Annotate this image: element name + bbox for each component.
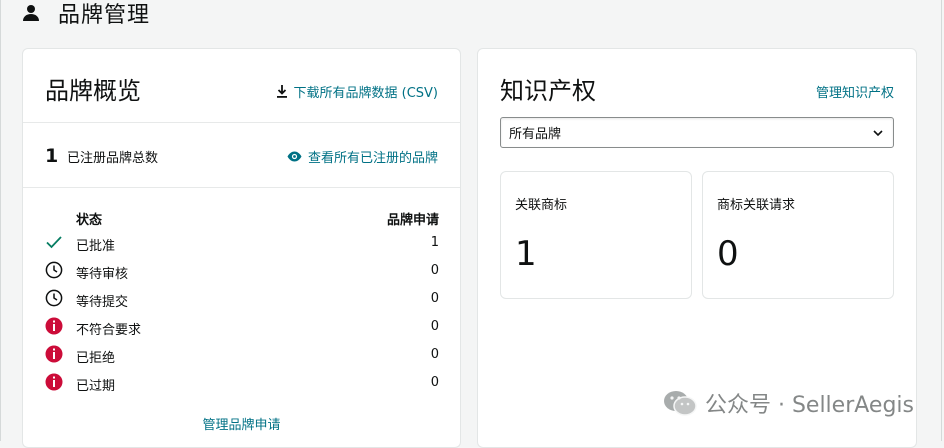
- status-count: 0: [430, 319, 439, 334]
- alert-icon: [45, 317, 63, 335]
- status-label: 等待提交: [76, 295, 129, 310]
- overview-title: 品牌概览: [45, 77, 141, 105]
- registered-total-label: 已注册品牌总数: [67, 151, 159, 166]
- clock-icon: [45, 289, 63, 307]
- trademark-link-requests-tile[interactable]: 商标关联请求 0: [702, 171, 894, 299]
- registered-total-row: 1 已注册品牌总数 查看所有已注册的品牌: [23, 123, 460, 188]
- manage-ip-link[interactable]: 管理知识产权: [816, 82, 894, 101]
- applications-column-header: 品牌申请: [386, 213, 439, 228]
- person-icon: [23, 5, 39, 21]
- table-row: 已过期 0: [45, 369, 439, 397]
- chevron-down-icon: [873, 130, 883, 137]
- registered-total-count: 1: [45, 145, 59, 167]
- status-label: 已批准: [76, 239, 116, 254]
- status-column-header: 状态: [76, 213, 103, 228]
- status-label: 不符合要求: [76, 323, 142, 338]
- brand-select[interactable]: 所有品牌: [500, 117, 894, 148]
- page-title: 品牌管理: [58, 3, 151, 28]
- clock-icon: [45, 261, 63, 279]
- brand-select-value: 所有品牌: [509, 127, 562, 142]
- status-table: 状态 品牌申请 已批准 1 等待审核 0 等待提交 0 不符合要求 0 已拒绝 …: [45, 209, 439, 397]
- alert-icon: [45, 373, 63, 391]
- table-row: 等待提交 0: [45, 285, 439, 313]
- status-label: 等待审核: [76, 267, 129, 282]
- ip-title: 知识产权: [500, 77, 596, 105]
- status-count: 1: [430, 235, 439, 250]
- table-row: 已拒绝 0: [45, 341, 439, 369]
- view-registered-brands-label: 查看所有已注册的品牌: [307, 151, 438, 166]
- linked-trademarks-label: 关联商标: [515, 198, 568, 213]
- trademark-link-requests-label: 商标关联请求: [717, 198, 796, 213]
- linked-trademarks-tile[interactable]: 关联商标 1: [500, 171, 692, 299]
- status-table-header: 状态 品牌申请: [45, 209, 439, 229]
- linked-trademarks-value: 1: [515, 234, 537, 274]
- status-label: 已拒绝: [76, 351, 116, 366]
- trademark-link-requests-value: 0: [717, 234, 739, 274]
- status-count: 0: [430, 263, 439, 278]
- view-registered-brands-link[interactable]: 查看所有已注册的品牌: [287, 147, 438, 166]
- download-icon: [276, 85, 287, 98]
- watermark-text: 公众号 · SellerAegis: [704, 393, 914, 418]
- overview-header: 品牌概览 下载所有品牌数据 (CSV): [23, 49, 460, 123]
- check-icon: [46, 236, 62, 249]
- page-header: 品牌管理: [22, 0, 151, 28]
- status-count: 0: [430, 375, 439, 390]
- brand-overview-card: 品牌概览 下载所有品牌数据 (CSV) 1 已注册品牌总数 查看所有已注册的品牌…: [22, 48, 461, 448]
- download-csv-link[interactable]: 下载所有品牌数据 (CSV): [276, 82, 439, 101]
- alert-icon: [45, 345, 63, 363]
- overview-footer: 管理品牌申请: [23, 414, 460, 433]
- table-row: 不符合要求 0: [45, 313, 439, 341]
- table-row: 等待审核 0: [45, 257, 439, 285]
- manage-applications-link[interactable]: 管理品牌申请: [202, 414, 280, 433]
- wechat-icon: [663, 391, 697, 416]
- status-count: 0: [430, 291, 439, 306]
- status-label: 已过期: [76, 379, 116, 394]
- table-row: 已批准 1: [45, 229, 439, 257]
- watermark: 公众号 · SellerAegis: [663, 387, 914, 419]
- download-csv-label: 下载所有品牌数据 (CSV): [293, 86, 439, 101]
- status-count: 0: [430, 347, 439, 362]
- eye-icon: [287, 151, 302, 162]
